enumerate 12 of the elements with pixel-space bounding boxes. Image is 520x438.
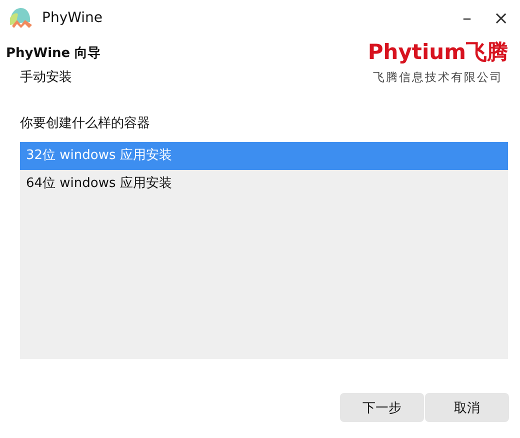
cancel-button[interactable]: 取消: [425, 393, 509, 422]
option-item[interactable]: 64位 windows 应用安装: [20, 170, 508, 198]
brand-logo: Phytium飞腾: [368, 39, 508, 66]
next-button[interactable]: 下一步: [340, 393, 424, 422]
wizard-subtitle: 手动安装: [20, 69, 73, 86]
wizard-title: PhyWine 向导: [6, 45, 101, 62]
minimize-button[interactable]: –: [450, 3, 484, 33]
app-logo-icon: [8, 6, 34, 30]
window-title: PhyWine: [42, 10, 103, 26]
question-label: 你要创建什么样的容器: [20, 115, 151, 132]
close-button[interactable]: ×: [484, 3, 518, 33]
company-name: 飞腾信息技术有限公司: [372, 70, 503, 85]
